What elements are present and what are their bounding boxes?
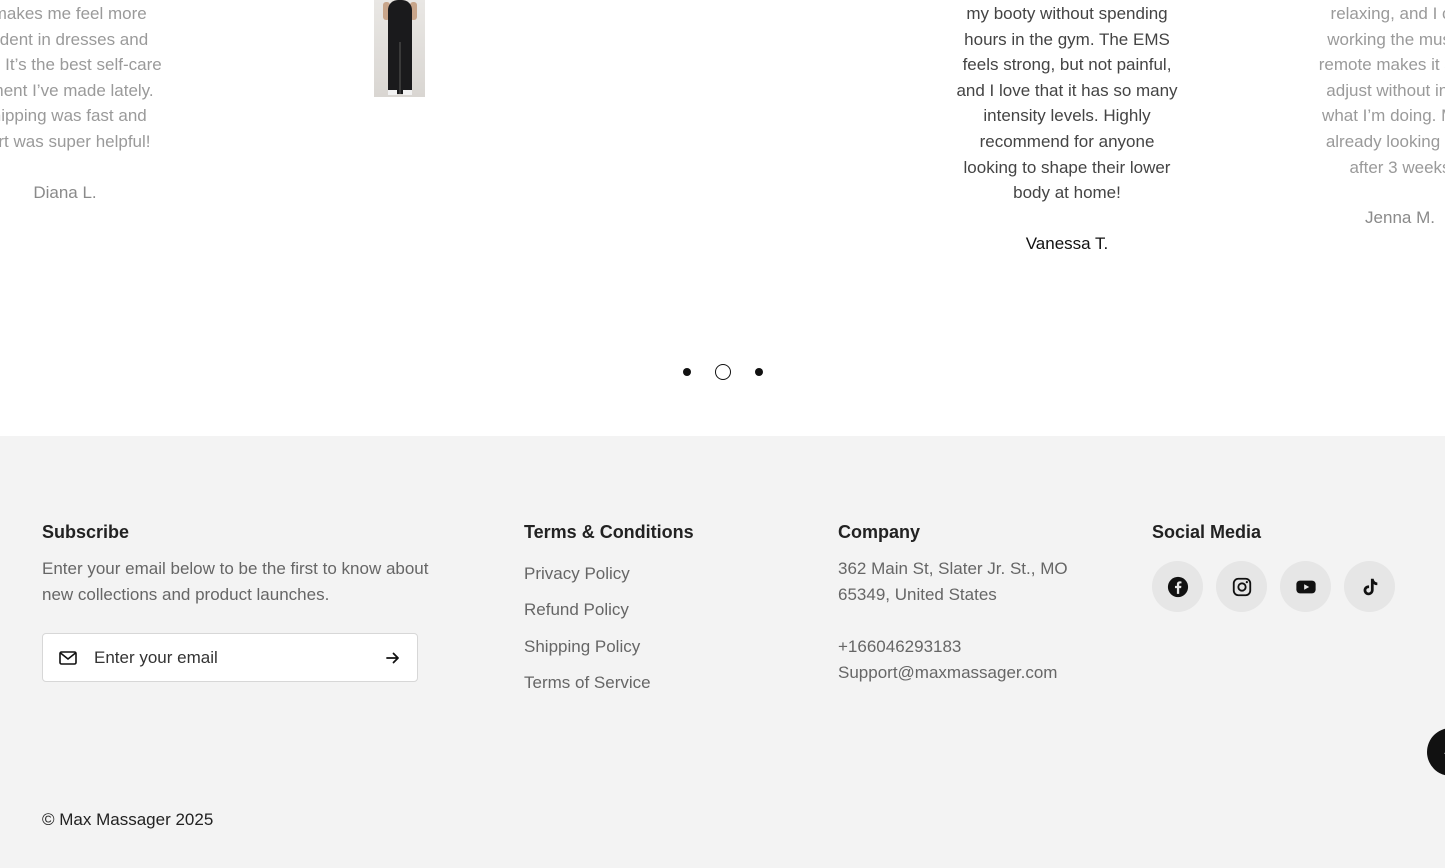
company-title: Company <box>838 522 921 542</box>
pagination-dot-2-active[interactable] <box>714 364 731 380</box>
privacy-policy-link[interactable]: Privacy Policy <box>524 562 651 598</box>
mail-icon <box>58 648 78 668</box>
terms-of-service-link[interactable]: Terms of Service <box>524 671 651 707</box>
testimonial-author: Vanessa T. <box>1025 233 1109 253</box>
company-phone[interactable]: +166046293183 <box>838 634 961 660</box>
instagram-icon[interactable] <box>1216 561 1267 612</box>
testimonial-card-active[interactable]: my booty without spending hours in the g… <box>950 1 1184 256</box>
testimonial-quote: I makes me feel more nfident in dresses … <box>0 4 162 151</box>
social-title: Social Media <box>1152 522 1262 542</box>
testimonial-photo <box>374 0 425 97</box>
terms-title: Terms & Conditions <box>524 522 694 542</box>
subscribe-title: Subscribe <box>42 522 130 542</box>
terms-links: Privacy Policy Refund Policy Shipping Po… <box>524 562 651 707</box>
pagination-dot-3[interactable] <box>754 368 763 376</box>
youtube-icon[interactable] <box>1280 561 1331 612</box>
social-links <box>1152 561 1395 612</box>
refund-policy-link[interactable]: Refund Policy <box>524 598 651 634</box>
email-subscribe-form <box>42 633 418 682</box>
pagination-dot-1[interactable] <box>682 368 691 376</box>
company-email[interactable]: Support@maxmassager.com <box>838 660 1057 686</box>
tiktok-icon[interactable] <box>1344 561 1395 612</box>
site-footer: Subscribe Enter your email below to be t… <box>0 436 1445 868</box>
email-input[interactable] <box>94 647 364 668</box>
arrow-right-icon[interactable] <box>383 648 403 668</box>
testimonial-quote: my booty without spending hours in the g… <box>956 4 1178 203</box>
testimonials-carousel: I makes me feel more nfident in dresses … <box>0 0 1445 436</box>
testimonial-quote: relaxing, and I can working the muscle r… <box>1318 4 1445 177</box>
subscribe-description: Enter your email below to be the first t… <box>42 559 429 604</box>
scroll-to-top-button[interactable] <box>1427 728 1445 776</box>
testimonial-author: Diana L. <box>33 182 97 202</box>
carousel-pagination <box>0 362 1445 382</box>
testimonial-card-next[interactable]: relaxing, and I can working the muscle r… <box>1278 1 1445 231</box>
shipping-policy-link[interactable]: Shipping Policy <box>524 635 651 671</box>
facebook-icon[interactable] <box>1152 561 1203 612</box>
company-address: 362 Main St, Slater Jr. St., MO 65349, U… <box>838 559 1068 604</box>
testimonial-card-prev[interactable]: I makes me feel more nfident in dresses … <box>0 1 200 205</box>
testimonial-author: Jenna M. <box>1365 208 1435 228</box>
copyright-text: © Max Massager 2025 <box>42 810 214 829</box>
